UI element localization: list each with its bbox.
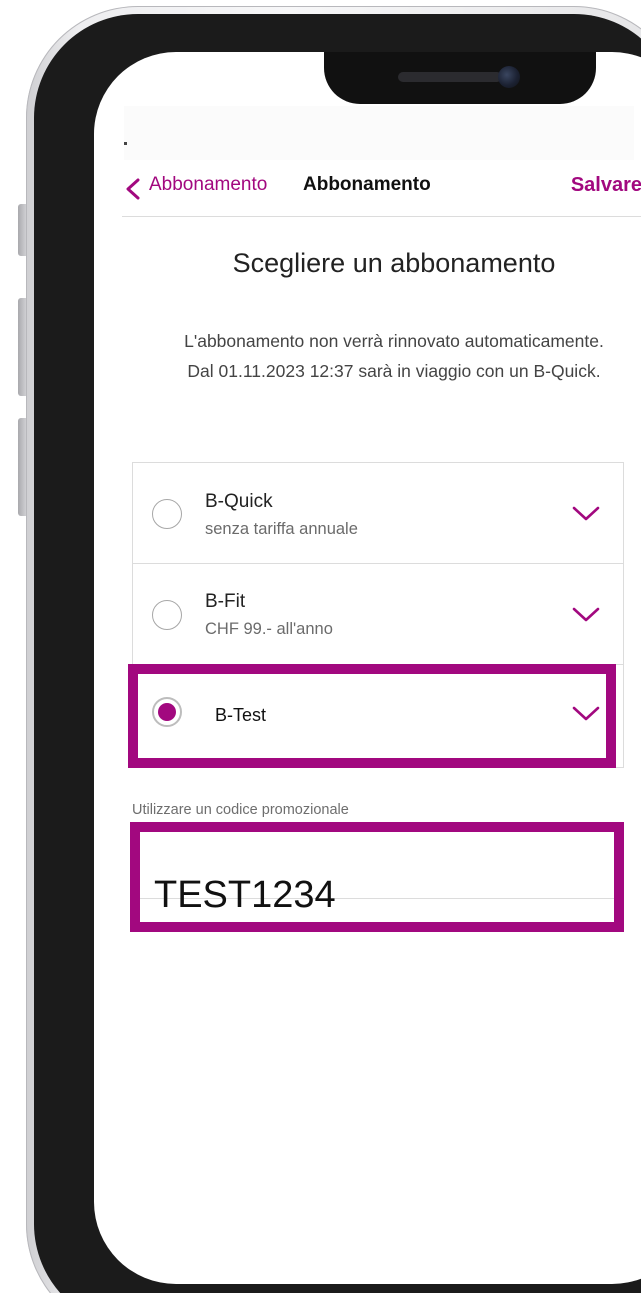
option-title: B-Fit xyxy=(205,591,246,612)
option-subtitle: senza tariffa annuale xyxy=(205,520,358,538)
renewal-info-line: L'abbonamento non verrà rinnovato automa… xyxy=(184,331,604,351)
front-camera xyxy=(498,66,520,88)
option-b-quick[interactable]: B-Quick senza tariffa annuale xyxy=(133,463,623,564)
renewal-info: L'abbonamento non verrà rinnovato automa… xyxy=(94,326,641,386)
status-indicator xyxy=(124,142,127,145)
option-subtitle: CHF 99.- all'anno xyxy=(205,620,333,638)
chevron-left-icon[interactable] xyxy=(124,178,142,200)
save-button[interactable]: Salvare xyxy=(571,174,641,197)
selected-option-highlight xyxy=(128,664,616,768)
radio-button[interactable] xyxy=(152,600,182,630)
status-bar xyxy=(124,106,634,160)
navigation-bar: Abbonamento Abbonamento Salvare xyxy=(122,164,641,217)
option-title: B-Quick xyxy=(205,491,273,512)
app-screenshot: Abbonamento Abbonamento Salvare Sceglier… xyxy=(0,0,641,1293)
section-heading: Scegliere un abbonamento xyxy=(232,248,556,278)
promo-code-label: Utilizzare un codice promozionale xyxy=(132,802,349,818)
chevron-down-icon[interactable] xyxy=(571,505,601,523)
phone-bezel: Abbonamento Abbonamento Salvare Sceglier… xyxy=(34,14,641,1293)
radio-button[interactable] xyxy=(152,499,182,529)
promo-code-highlight xyxy=(130,822,624,932)
speaker-grille xyxy=(398,72,502,82)
option-b-fit[interactable]: B-Fit CHF 99.- all'anno xyxy=(133,564,623,665)
phone-screen: Abbonamento Abbonamento Salvare Sceglier… xyxy=(94,52,641,1284)
notch xyxy=(324,52,596,104)
page-title: Abbonamento xyxy=(303,174,431,195)
chevron-down-icon[interactable] xyxy=(571,606,601,624)
back-button[interactable]: Abbonamento xyxy=(149,174,267,196)
renewal-info-line: Dal 01.11.2023 12:37 sarà in viaggio con… xyxy=(187,361,601,381)
